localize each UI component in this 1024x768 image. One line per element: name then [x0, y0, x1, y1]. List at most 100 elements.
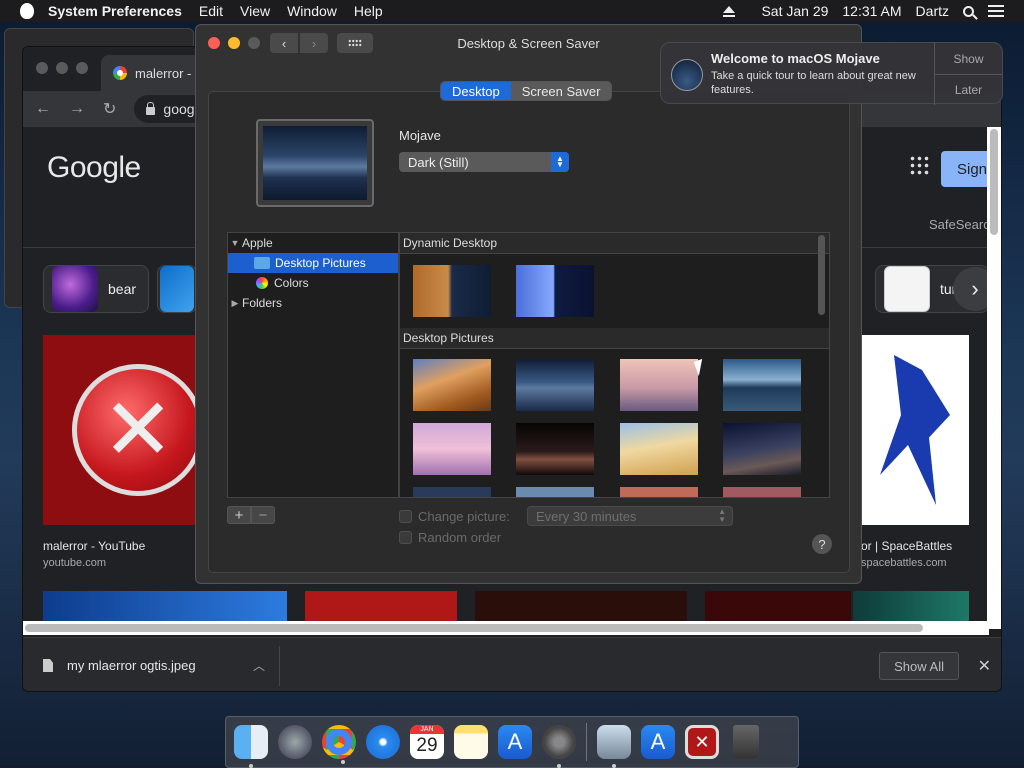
dragon-image — [880, 355, 950, 505]
menubar-user[interactable]: Dartz — [916, 3, 949, 19]
wallpaper-thumb[interactable] — [620, 487, 698, 497]
forward-icon[interactable]: → — [69, 100, 85, 118]
app-store-icon[interactable]: A — [498, 725, 532, 759]
interval-popup[interactable]: Every 30 minutes ▲ ▼ — [527, 506, 733, 526]
horizontal-scrollbar[interactable] — [23, 621, 989, 635]
error-x-icon: ✕ — [72, 364, 204, 496]
result-card[interactable]: or | SpaceBattles spacebattles.com — [861, 335, 971, 569]
wallpaper-thumb[interactable] — [413, 359, 491, 411]
menubar-date[interactable]: Sat Jan 29 — [761, 3, 828, 19]
close-icon[interactable]: ✕ — [978, 656, 991, 676]
source-label: Desktop Pictures — [275, 256, 366, 270]
desktop-screensaver-window: ‹ › Desktop & Screen Saver Desktop Scree… — [195, 24, 862, 584]
reload-icon[interactable]: ↻ — [103, 99, 116, 119]
result-title[interactable]: or | SpaceBattles — [861, 539, 971, 553]
vertical-scrollbar[interactable] — [987, 127, 1001, 629]
source-item-desktop-pictures[interactable]: Desktop Pictures — [228, 253, 398, 273]
finder-icon[interactable] — [234, 725, 268, 768]
menu-help[interactable]: Help — [354, 3, 383, 19]
wallpaper-thumb[interactable] — [413, 423, 491, 475]
app-store-download-icon[interactable]: A — [641, 725, 675, 759]
section-header: Dynamic Desktop — [400, 233, 829, 254]
notification-actions: Show Later — [934, 43, 1002, 105]
random-order-option[interactable]: Random order — [399, 530, 501, 545]
result-thumbnail[interactable] — [43, 591, 287, 621]
picture-thumbs — [400, 349, 829, 497]
result-thumbnail[interactable] — [705, 591, 851, 621]
wallpaper-style-popup[interactable]: Dark (Still) ▲ ▼ — [399, 152, 569, 172]
disclosure-open-icon[interactable]: ▼ — [228, 238, 242, 248]
disclosure-closed-icon[interactable]: ▶ — [228, 298, 242, 309]
help-button[interactable]: ? — [812, 534, 832, 554]
add-remove-buttons: + − — [227, 506, 275, 524]
calendar-icon[interactable]: JAN 29 — [410, 725, 444, 759]
source-item-colors[interactable]: Colors — [228, 273, 398, 293]
menu-window[interactable]: Window — [287, 3, 337, 19]
chip-thumbnail — [160, 266, 194, 312]
result-thumbnail — [861, 335, 969, 525]
updown-arrows-icon: ▲ ▼ — [718, 507, 726, 524]
back-icon[interactable]: ← — [35, 100, 51, 118]
tab-screen-saver[interactable]: Screen Saver — [510, 82, 612, 100]
wallpaper-thumb[interactable] — [516, 359, 594, 411]
safari-icon[interactable] — [366, 725, 400, 759]
apps-grid-icon[interactable] — [909, 155, 929, 175]
download-item[interactable]: my mlaerror ogtis.jpeg ︿ — [43, 657, 265, 674]
source-list: ▼ Apple Desktop Pictures Colors ▶ Folders — [227, 232, 399, 498]
wallpaper-thumb[interactable] — [516, 423, 594, 475]
system-preferences-icon[interactable] — [542, 725, 576, 768]
source-item-folders[interactable]: ▶ Folders — [228, 293, 398, 313]
close-button[interactable] — [36, 62, 48, 74]
result-thumbnail[interactable] — [475, 591, 687, 621]
result-site: spacebattles.com — [861, 557, 947, 569]
preview-icon[interactable] — [597, 725, 631, 768]
eject-icon[interactable] — [723, 5, 736, 17]
menu-edit[interactable]: Edit — [199, 3, 223, 19]
chip-thumbnail — [52, 266, 98, 312]
random-order-checkbox[interactable] — [399, 531, 412, 544]
launchpad-icon[interactable] — [278, 725, 312, 759]
notification-center-icon[interactable] — [988, 5, 1004, 17]
source-item-apple[interactable]: ▼ Apple — [228, 233, 398, 253]
scroll-thumb[interactable] — [990, 129, 998, 235]
wallpaper-thumb[interactable] — [413, 265, 491, 317]
trash-icon[interactable] — [733, 725, 759, 759]
notification-banner[interactable]: Welcome to macOS Mojave Take a quick tou… — [660, 42, 1003, 105]
change-picture-option[interactable]: Change picture: — [399, 509, 510, 524]
wallpaper-thumb[interactable] — [620, 423, 698, 475]
app-menu[interactable]: System Preferences — [48, 3, 182, 19]
wallpaper-thumb[interactable] — [413, 487, 491, 497]
scroll-thumb[interactable] — [25, 624, 923, 632]
grid-scrollbar[interactable] — [818, 235, 825, 315]
minimize-button[interactable] — [56, 62, 68, 74]
notes-icon[interactable] — [454, 725, 488, 759]
wallpaper-thumb[interactable] — [723, 487, 801, 497]
add-button[interactable]: + — [227, 506, 251, 524]
show-all-button[interactable]: Show All — [879, 652, 959, 680]
spotlight-icon[interactable] — [963, 5, 974, 17]
malerror-image-icon[interactable]: ✕ — [685, 725, 719, 759]
change-picture-checkbox[interactable] — [399, 510, 412, 523]
wallpaper-thumb[interactable] — [516, 487, 594, 497]
wallpaper-thumb[interactable] — [620, 359, 698, 411]
related-chip-windows[interactable] — [157, 265, 197, 313]
later-button[interactable]: Later — [935, 74, 1002, 105]
related-chip-bear[interactable]: bear — [43, 265, 149, 313]
apple-menu-icon[interactable] — [20, 3, 34, 19]
wallpaper-thumb[interactable] — [516, 265, 594, 317]
tab-desktop[interactable]: Desktop — [441, 82, 511, 100]
remove-button[interactable]: − — [251, 506, 275, 524]
result-thumbnail[interactable] — [305, 591, 457, 621]
show-button[interactable]: Show — [935, 43, 1002, 74]
chevron-up-icon[interactable]: ︿ — [253, 657, 265, 674]
menu-view[interactable]: View — [240, 3, 270, 19]
wallpaper-thumb[interactable] — [723, 423, 801, 475]
chip-label: bear — [108, 281, 137, 297]
menubar-time[interactable]: 12:31 AM — [842, 3, 901, 19]
wallpaper-thumb[interactable] — [723, 359, 801, 411]
google-logo[interactable]: Google — [47, 151, 141, 185]
dock: JAN 29 A A ✕ — [225, 716, 799, 768]
zoom-button[interactable] — [76, 62, 88, 74]
chrome-icon[interactable] — [322, 725, 356, 764]
result-thumbnail[interactable] — [853, 591, 969, 621]
